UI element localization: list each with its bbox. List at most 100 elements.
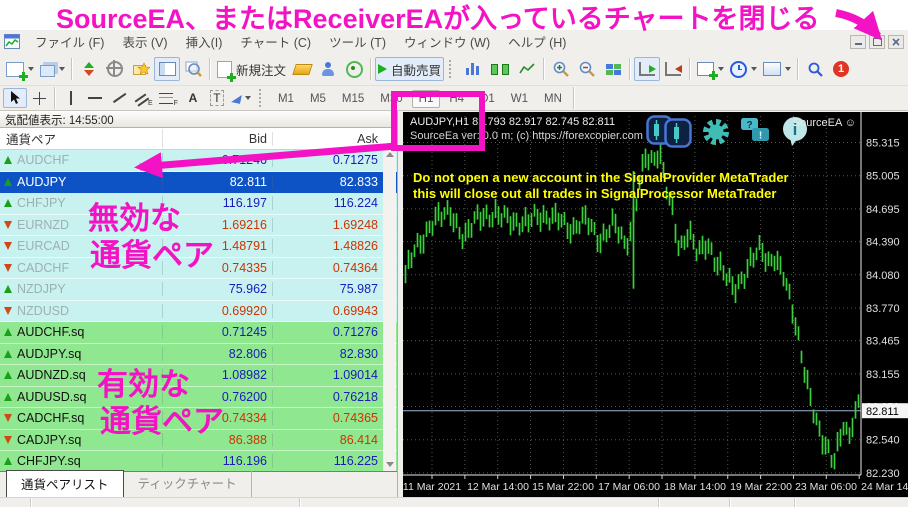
annotation-strip: SourceEA、またはReceiverEAが入っているチャートを閉じる [0,0,908,30]
restore-button[interactable] [869,35,885,49]
market-row-AUDCHF.sq[interactable]: AUDCHF.sq0.712450.71276 [0,322,397,344]
strategy-tester-button[interactable] [180,57,206,81]
drag-handle[interactable] [259,89,265,107]
copier-logo-icon[interactable] [646,115,692,148]
timeframe-h4[interactable]: H4 [442,90,471,108]
line-chart-icon [519,63,535,75]
help-chat-icon[interactable]: ? ! [740,117,772,147]
community-button[interactable] [315,57,341,81]
bar-chart-button[interactable] [460,57,486,81]
favorites-button[interactable] [128,57,154,81]
notifications-button[interactable]: 1 [828,57,854,81]
timeframe-m1[interactable]: M1 [271,90,301,108]
minimize-button[interactable] [850,35,866,49]
chart-shift-button[interactable] [660,57,686,81]
down-arrow-icon [4,221,12,229]
scroll-down-icon[interactable] [386,462,394,467]
auto-trading-button[interactable]: 自動売買 [375,57,444,81]
svg-text:15 Mar 22:00: 15 Mar 22:00 [532,481,594,493]
chart-window[interactable]: 85.31585.00584.69584.39084.08083.77083.4… [403,112,908,497]
up-arrow-icon [4,328,12,336]
text-label-button[interactable]: T [205,88,229,108]
zoom-in-button[interactable] [548,57,574,81]
toolbar-main: 新規注文 自動売買 [0,53,908,86]
chevron-down-icon [785,67,791,71]
svg-text:84.390: 84.390 [866,237,900,249]
column-bid[interactable]: Bid [163,132,273,146]
periods-button[interactable] [727,57,760,81]
market-row-CADJPY.sq[interactable]: CADJPY.sq86.38886.414 [0,430,397,452]
scrollbar[interactable] [383,150,396,471]
scroll-up-icon[interactable] [386,152,394,157]
trendline-button[interactable] [107,88,131,108]
new-chart-button[interactable] [3,57,37,81]
star-icon [133,61,150,77]
market-row-AUDJPY[interactable]: AUDJPY82.81182.833 [0,172,397,194]
down-arrow-icon [4,242,12,250]
market-row-EURNZD[interactable]: EURNZD1.692161.69248 [0,215,397,237]
terminal-toggle-button[interactable] [154,57,180,81]
timeframe-m15[interactable]: M15 [335,90,371,108]
column-symbol[interactable]: 通貨ペア [0,129,163,148]
auto-trading-label: 自動売買 [391,60,441,79]
indicators-button[interactable] [694,57,727,81]
tab-tick-chart[interactable]: ティックチャート [124,470,252,497]
chevron-down-icon [28,67,34,71]
market-row-AUDUSD.sq[interactable]: AUDUSD.sq0.762000.76218 [0,387,397,409]
navigator-button[interactable] [102,57,128,81]
market-watch-toggle-button[interactable] [76,57,102,81]
crosshair-button[interactable] [27,88,51,108]
market-row-NZDUSD[interactable]: NZDUSD0.699200.69943 [0,301,397,323]
fibonacci-button[interactable]: F [156,88,181,108]
market-row-CHFJPY[interactable]: CHFJPY116.197116.224 [0,193,397,215]
column-ask[interactable]: Ask [273,132,383,146]
horizontal-line-button[interactable] [83,88,107,108]
cursor-button[interactable] [3,88,27,108]
market-row-CADCHF[interactable]: CADCHF0.743350.74364 [0,258,397,280]
shapes-button[interactable] [229,88,254,108]
candlestick-button[interactable] [486,57,514,81]
up-arrow-icon [4,285,12,293]
market-row-AUDCHF[interactable]: AUDCHF0.712460.71275 [0,150,397,172]
auto-scroll-button[interactable] [634,57,660,81]
timeframe-mn[interactable]: MN [537,90,569,108]
timeframe-m30[interactable]: M30 [373,90,409,108]
svg-text:84.080: 84.080 [866,270,900,282]
close-button[interactable] [888,35,904,49]
separator [71,58,73,80]
channel-button[interactable]: E [131,88,156,108]
vertical-line-button[interactable] [59,88,83,108]
templates-button[interactable] [760,57,794,81]
svg-text:12 Mar 14:00: 12 Mar 14:00 [467,481,529,493]
tile-windows-button[interactable] [600,57,626,81]
zoom-out-button[interactable] [574,57,600,81]
zoom-out-icon [579,61,595,77]
tab-symbol-list[interactable]: 通貨ペアリスト [6,470,124,498]
market-row-NZDJPY[interactable]: NZDJPY75.96275.987 [0,279,397,301]
vertical-line-icon [70,91,72,105]
timeframe-h1[interactable]: H1 [412,90,441,108]
timeframe-d1[interactable]: D1 [473,90,502,108]
market-row-AUDJPY.sq[interactable]: AUDJPY.sq82.80682.830 [0,344,397,366]
timeframe-m5[interactable]: M5 [303,90,333,108]
market-row-CADCHF.sq[interactable]: CADCHF.sq0.743340.74365 [0,408,397,430]
new-order-button[interactable]: 新規注文 [214,57,289,81]
crosshair-icon [33,92,46,105]
up-arrow-icon [4,371,12,379]
market-row-CHFJPY.sq[interactable]: CHFJPY.sq116.196116.225 [0,451,397,471]
profiles-icon [40,65,55,77]
timeframe-w1[interactable]: W1 [504,90,535,108]
profiles-button[interactable] [37,57,68,81]
signals-button[interactable] [341,57,367,81]
text-button[interactable]: A [181,88,205,108]
metaeditor-button[interactable] [289,57,315,81]
gear-icon[interactable] [700,116,732,148]
svg-text:!: ! [759,130,762,141]
up-arrow-icon [4,457,12,465]
market-row-AUDNZD.sq[interactable]: AUDNZD.sq1.089821.09014 [0,365,397,387]
search-button[interactable] [802,57,828,81]
drag-handle[interactable] [449,60,455,78]
line-chart-button[interactable] [514,57,540,81]
ea-name-label: SourceEA ☺ [793,117,856,129]
market-row-EURCAD[interactable]: EURCAD1.487911.48826 [0,236,397,258]
